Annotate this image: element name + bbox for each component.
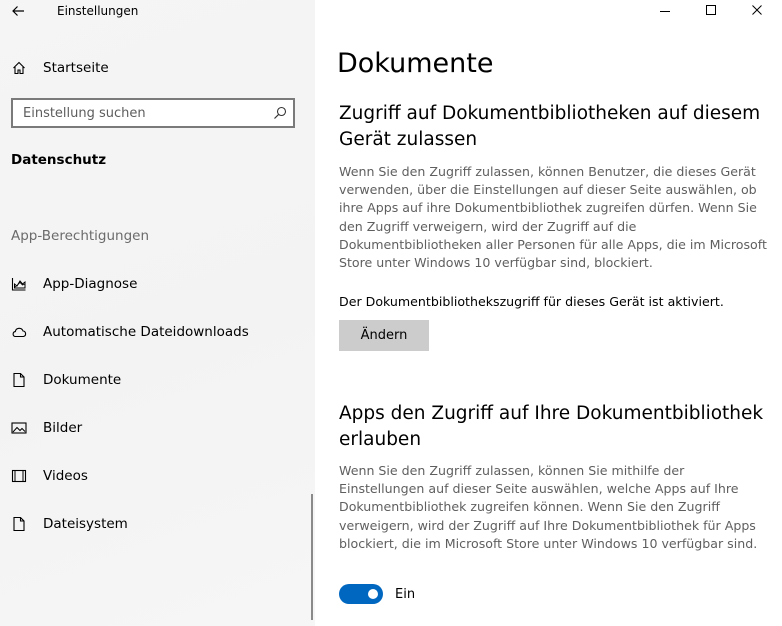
app-diagnostics-icon [11,276,27,292]
section-heading-app-access: Apps den Zugriff auf Ihre Dokumentbiblio… [339,403,764,450]
sidebar-item-label: Bilder [43,420,83,436]
active-section-label: Datenschutz [11,152,107,168]
title-bar: Einstellungen [0,0,315,22]
nav-home[interactable]: Startseite [0,52,315,84]
toggle-state-label: Ein [395,587,416,602]
sidebar-item-videos[interactable]: Videos [0,460,315,492]
image-icon [11,420,27,436]
sidebar-item-pictures[interactable]: Bilder [0,412,315,444]
window-controls [642,0,782,22]
change-button[interactable]: Ändern [339,320,429,351]
sidebar-item-auto-downloads[interactable]: Automatische Dateidownloads [0,316,315,348]
document-icon [11,372,27,388]
settings-window: Einstellungen Startseite Datenschutz App… [0,0,782,626]
section-heading-device-access: Zugriff auf Dokumentbibliotheken auf die… [339,103,761,150]
back-button[interactable] [8,0,30,22]
maximize-icon [706,5,716,15]
device-access-status: Der Dokumentbibliothekszugriff für diese… [339,294,724,309]
close-button[interactable] [734,0,780,22]
minimize-button[interactable] [642,0,688,22]
section-description-app-access: Wenn Sie den Zugriff zulassen, können Si… [339,463,758,551]
page-title: Dokumente [337,48,494,79]
sidebar-item-label: Dokumente [43,372,122,388]
sidebar-item-label: Automatische Dateidownloads [43,324,249,340]
back-arrow-icon [12,6,24,16]
window-title: Einstellungen [57,4,139,18]
cloud-icon [11,324,27,340]
sidebar-scrollbar[interactable] [311,494,313,620]
section-description-device-access: Wenn Sie den Zugriff zulassen, können Be… [339,164,767,271]
nav-home-label: Startseite [43,60,109,76]
toggle-knob [368,589,378,599]
sidebar-item-file-system[interactable]: Dateisystem [0,508,315,540]
maximize-button[interactable] [688,0,734,22]
search-input[interactable] [13,100,263,126]
app-access-toggle[interactable] [339,584,383,604]
sidebar-item-label: App-Diagnose [43,276,138,292]
group-header-app-permissions: App-Berechtigungen [11,228,150,244]
search-box[interactable] [11,98,295,128]
video-icon [11,468,27,484]
sidebar: Einstellungen Startseite Datenschutz App… [0,0,315,626]
sidebar-item-label: Dateisystem [43,516,128,532]
search-icon[interactable] [272,105,288,121]
minimize-icon [660,11,670,12]
close-icon [752,5,762,15]
file-system-icon [11,516,27,532]
sidebar-item-documents[interactable]: Dokumente [0,364,315,396]
sidebar-item-app-diagnose[interactable]: App-Diagnose [0,268,315,300]
sidebar-item-label: Videos [43,468,88,484]
home-icon [11,60,27,76]
main-content: Dokumente Zugriff auf Dokumentbibliothek… [315,0,782,626]
